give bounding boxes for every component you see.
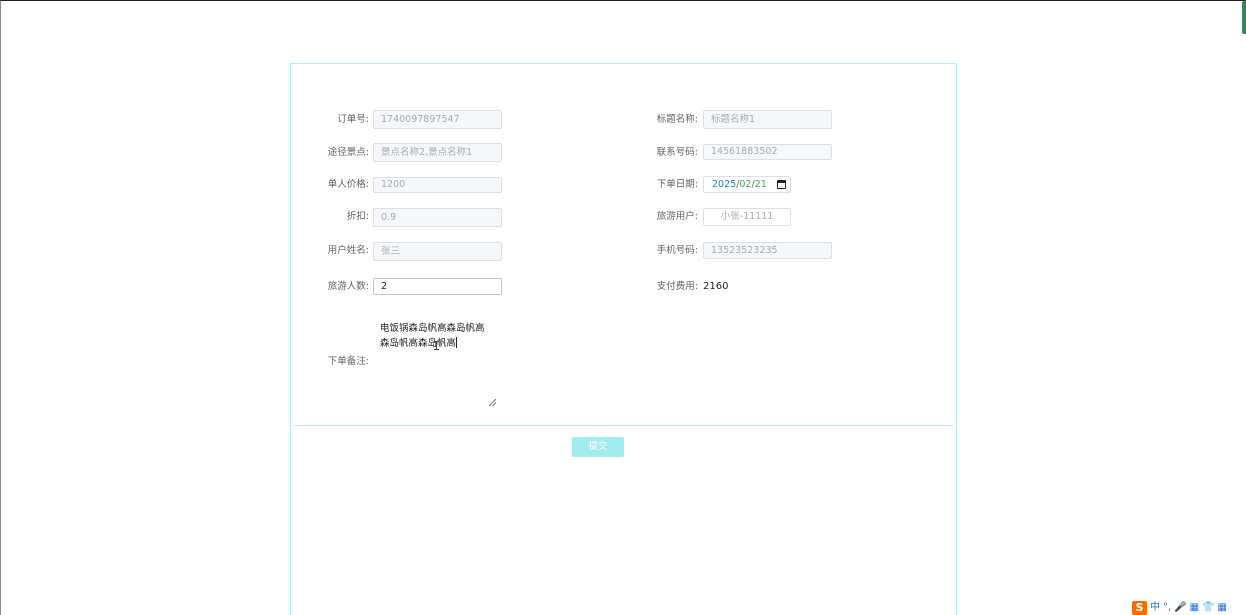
contact-phone-input[interactable]: 14561883502 [703, 144, 832, 160]
contact-phone-label-box: 联系号码: [291, 143, 698, 163]
order-date-month: 02 [739, 179, 752, 190]
order-date-year: 2025 [712, 179, 737, 190]
toolbox-icon[interactable]: ▦ [1218, 601, 1227, 615]
microphone-icon[interactable]: 🎤 [1174, 601, 1186, 615]
keyboard-icon[interactable]: ▦ [1190, 601, 1199, 615]
skin-icon[interactable]: 👕 [1202, 601, 1214, 615]
resize-handle-icon[interactable] [489, 399, 496, 406]
travel-user-label-box: 旅游用户: [291, 207, 698, 227]
title-name-label-box: 标题名称: [291, 110, 698, 130]
browser-viewport: 订单号: 1740097897547 标题名称: 标题名称1 途径景点: 景点名… [0, 0, 1246, 615]
payment-label: 支付费用: [656, 281, 698, 292]
payment-value: 2160 [703, 281, 729, 292]
order-form-card: 订单号: 1740097897547 标题名称: 标题名称1 途径景点: 景点名… [290, 63, 957, 615]
sogou-ime-logo-icon[interactable]: S [1132, 600, 1147, 615]
title-name-label: 标题名称: [656, 114, 698, 125]
punctuation-icon[interactable]: °, [1163, 601, 1171, 615]
travel-user-select[interactable]: 小张-11111 [703, 208, 791, 226]
ime-tray: S 中 °, 🎤 ▦ 👕 ▦ [1132, 600, 1246, 615]
mouse-ibeam-cursor-icon [434, 341, 439, 350]
order-date-label-box: 下单日期: [291, 175, 698, 195]
title-name-input[interactable]: 标题名称1 [703, 110, 832, 129]
payment-label-box: 支付费用: [291, 277, 698, 297]
order-date-input[interactable]: 2025/02/21 [703, 176, 791, 193]
travel-user-label: 旅游用户: [656, 211, 698, 222]
contact-phone-label: 联系号码: [656, 147, 698, 158]
remark-label-box: 下单备注: [291, 352, 369, 372]
order-date-day: 21 [754, 179, 767, 190]
calendar-icon[interactable] [777, 180, 786, 189]
order-date-label: 下单日期: [656, 179, 698, 190]
remark-textarea[interactable]: 电饭锅森岛帆高森岛帆高森岛帆高森岛帆高 [374, 317, 498, 408]
mobile-input[interactable]: 13523523235 [703, 242, 832, 259]
mobile-label-box: 手机号码: [291, 241, 698, 261]
chinese-mode-icon[interactable]: 中 [1150, 601, 1160, 615]
text-caret [456, 337, 458, 348]
form-divider [294, 425, 953, 426]
remark-text: 电饭锅森岛帆高森岛帆高森岛帆高森岛帆高 [380, 323, 485, 349]
submit-button[interactable]: 提交 [572, 437, 624, 457]
mobile-label: 手机号码: [656, 245, 698, 256]
edge-tab [1242, 1, 1246, 34]
remark-label: 下单备注: [327, 356, 369, 367]
